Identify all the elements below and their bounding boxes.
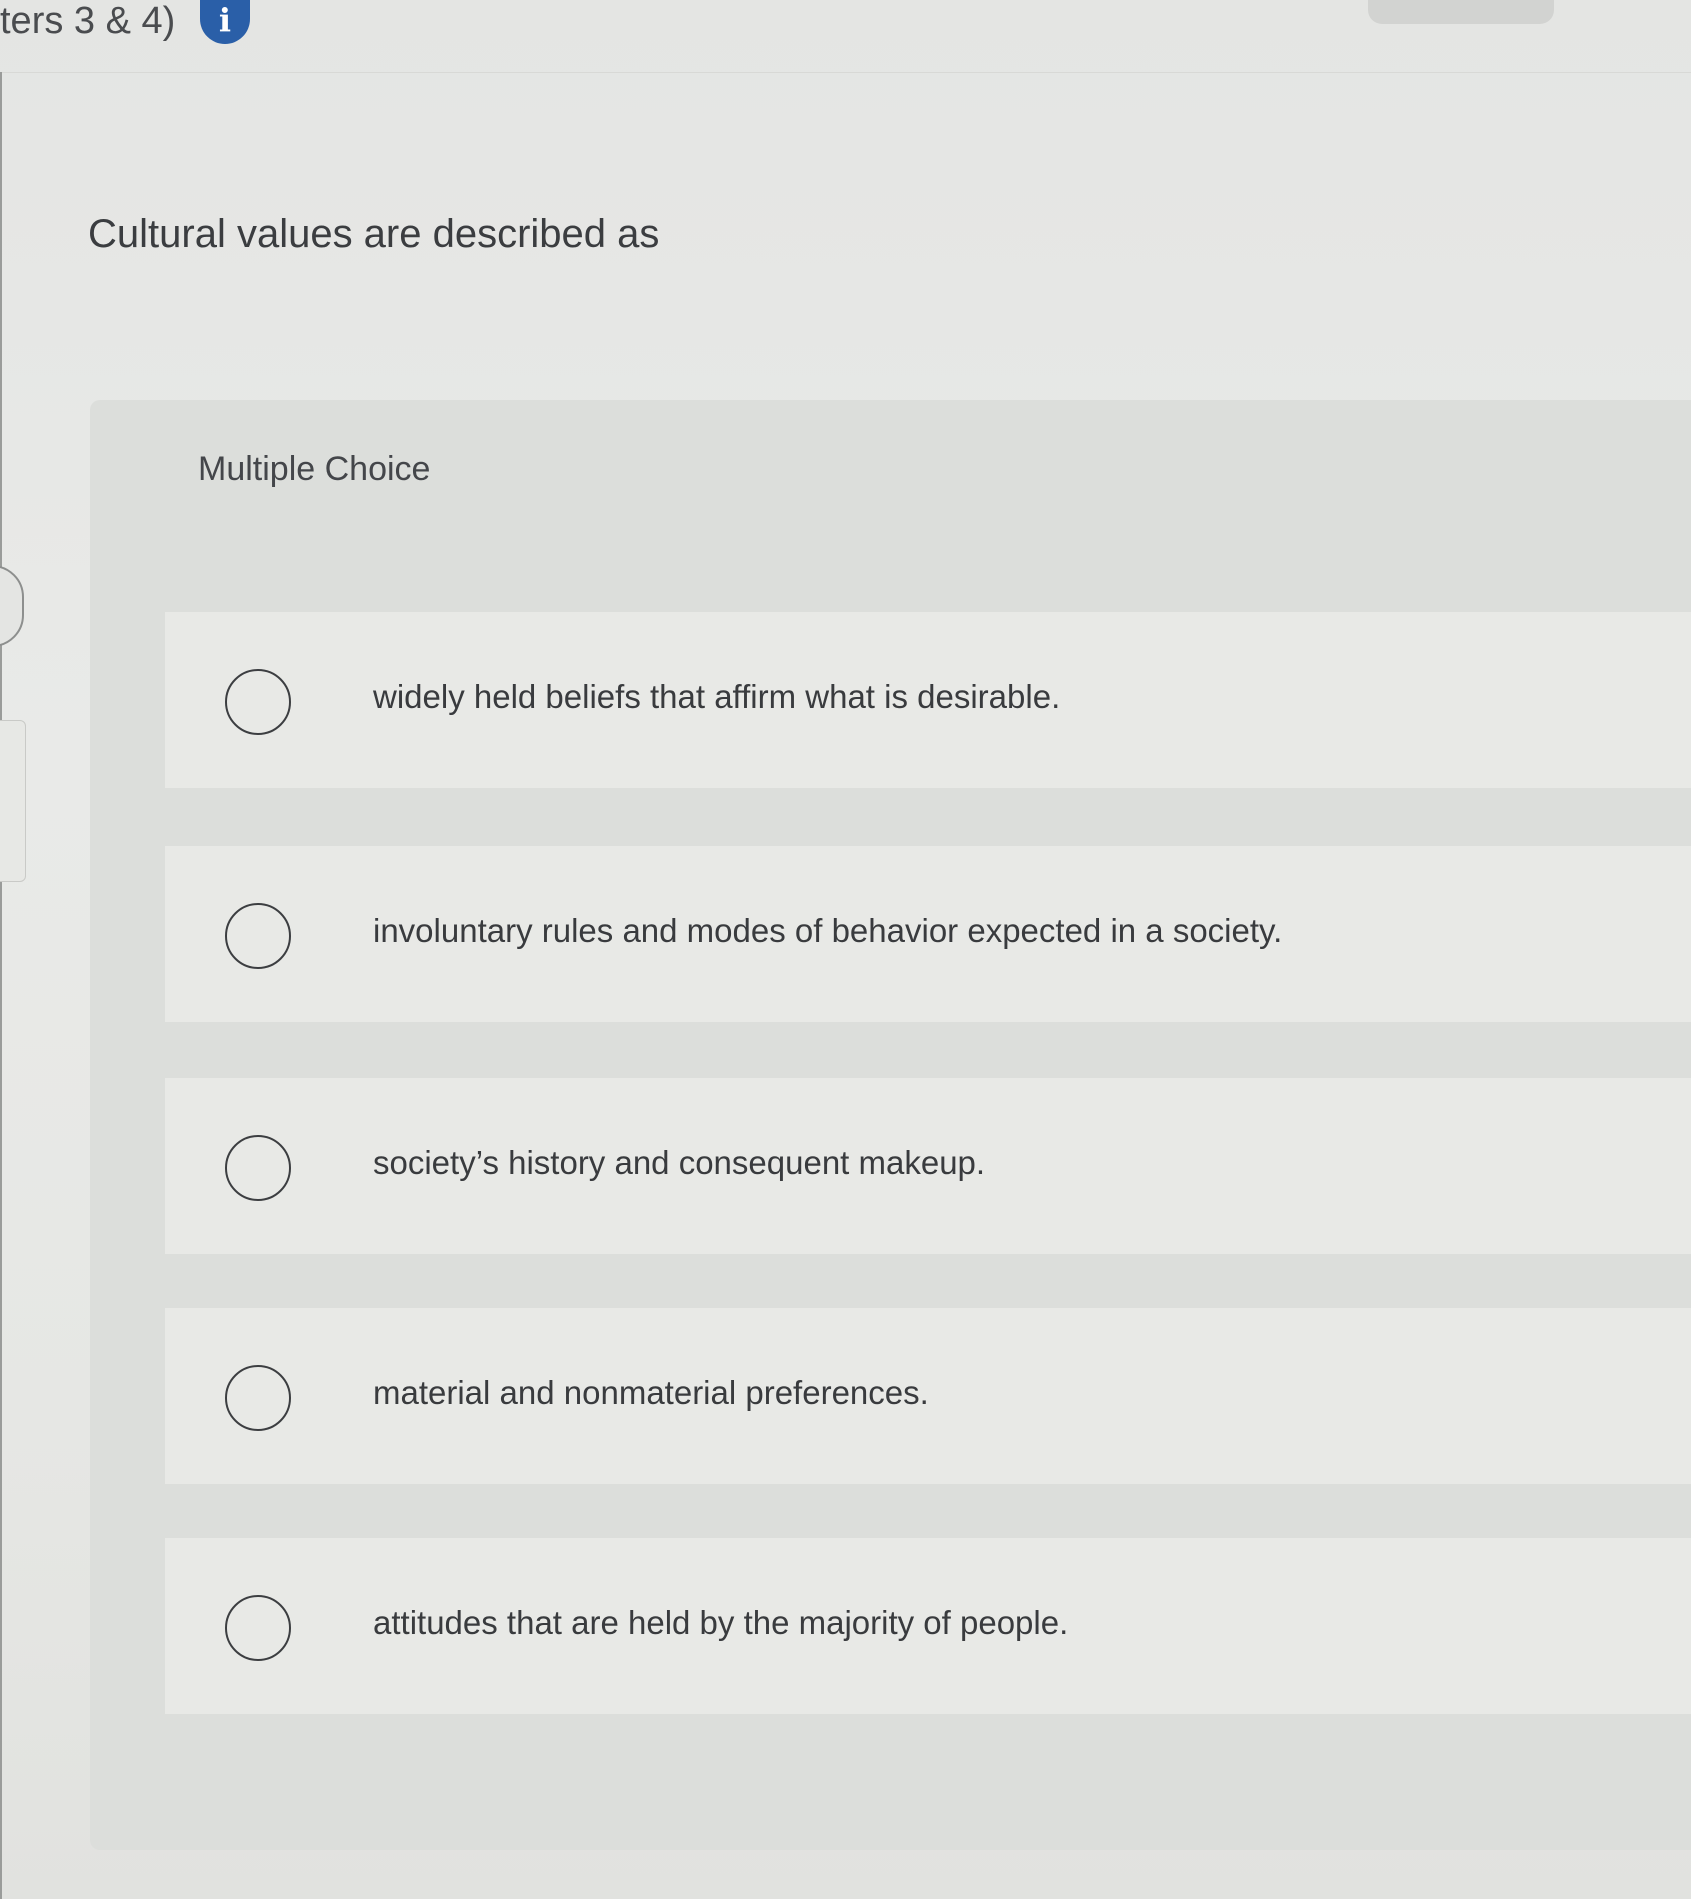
question-prompt: Cultural values are described as: [88, 212, 660, 256]
left-edge-divider: [0, 72, 2, 1899]
choice-option-2[interactable]: involuntary rules and modes of behavior …: [165, 846, 1691, 1022]
top-right-button[interactable]: [1368, 0, 1554, 24]
info-icon[interactable]: i: [200, 0, 250, 44]
choice-option-5[interactable]: attitudes that are held by the majority …: [165, 1538, 1691, 1714]
choice-option-4[interactable]: material and nonmaterial preferences.: [165, 1308, 1691, 1484]
assignment-title: ters 3 & 4): [0, 0, 176, 42]
choice-label: society’s history and consequent makeup.: [373, 1144, 986, 1181]
radio-button[interactable]: [225, 1365, 291, 1431]
side-panel-edge: [0, 720, 26, 882]
choice-option-3[interactable]: society’s history and consequent makeup.: [165, 1078, 1691, 1254]
choice-option-1[interactable]: widely held beliefs that affirm what is …: [165, 612, 1691, 788]
radio-button[interactable]: [225, 1595, 291, 1661]
question-type-label: Multiple Choice: [198, 450, 431, 488]
choice-label: attitudes that are held by the majority …: [373, 1604, 1069, 1641]
choice-label: involuntary rules and modes of behavior …: [373, 912, 1283, 949]
choice-label: material and nonmaterial preferences.: [373, 1374, 929, 1411]
radio-button[interactable]: [225, 1135, 291, 1201]
radio-button[interactable]: [225, 903, 291, 969]
side-navigation-tab[interactable]: [0, 565, 24, 647]
choice-label: widely held beliefs that affirm what is …: [373, 678, 1061, 715]
top-bar: ters 3 & 4) i: [0, 0, 1691, 73]
radio-button[interactable]: [225, 669, 291, 735]
